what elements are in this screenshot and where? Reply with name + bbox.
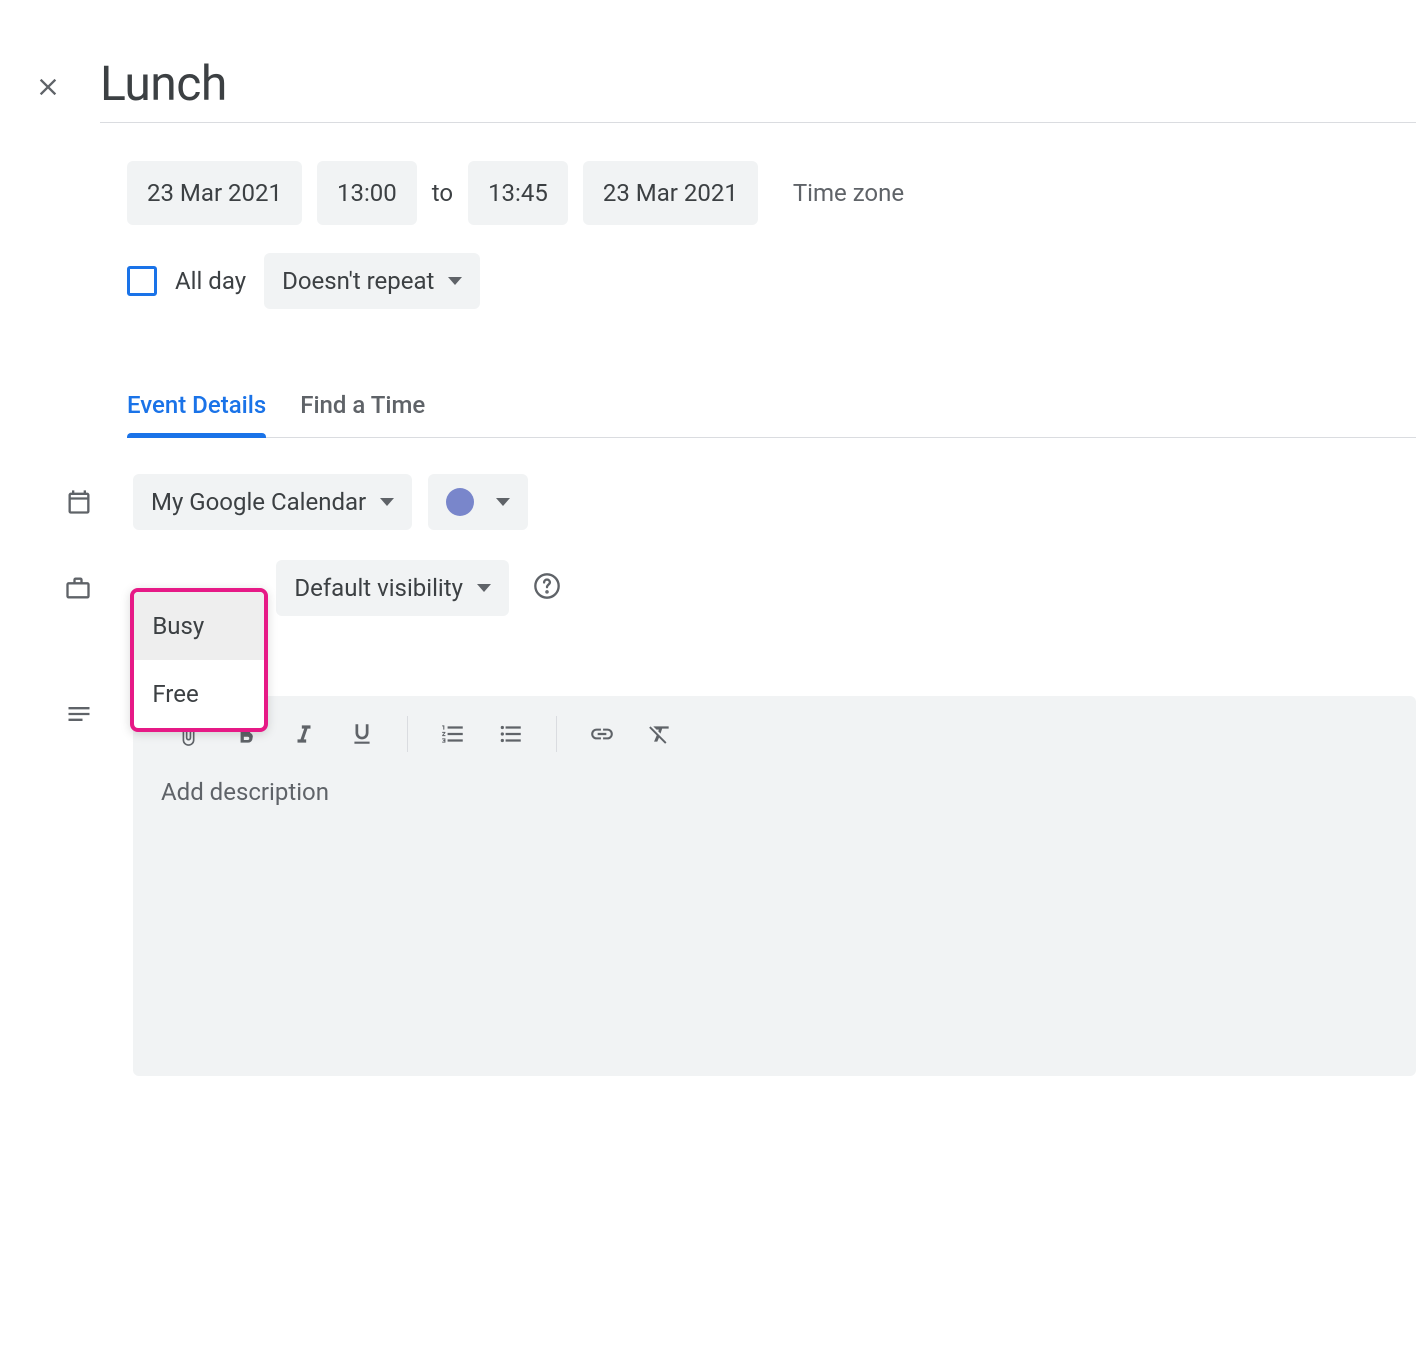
title-wrap [100, 55, 1416, 123]
link-button[interactable] [575, 710, 629, 758]
underline-icon [349, 721, 375, 747]
status-option-busy[interactable]: Busy [134, 592, 264, 660]
event-details-panel: My Google Calendar Busy [127, 466, 1416, 1076]
description-input[interactable]: Add description [133, 772, 1416, 834]
chevron-down-icon [496, 498, 510, 506]
calendar-name: My Google Calendar [151, 488, 366, 516]
recurrence-dropdown[interactable]: Doesn't repeat [264, 253, 480, 309]
timezone-link[interactable]: Time zone [793, 179, 904, 207]
end-date-chip[interactable]: 23 Mar 2021 [583, 161, 758, 225]
toolbar-separator [407, 716, 408, 752]
to-label: to [432, 179, 453, 207]
status-option-free[interactable]: Free [134, 660, 264, 728]
chevron-down-icon [477, 584, 491, 592]
notes-icon [55, 700, 103, 728]
tab-event-details[interactable]: Event Details [127, 391, 266, 437]
description-editor: Add description [133, 696, 1416, 1076]
briefcase-icon [55, 574, 100, 602]
clear-format-icon [647, 721, 673, 747]
content-column: 23 Mar 2021 13:00 to 13:45 23 Mar 2021 T… [127, 161, 1416, 1076]
recurrence-label: Doesn't repeat [282, 267, 434, 295]
visibility-dropdown[interactable]: Default visibility [276, 560, 509, 616]
toolbar-separator [556, 716, 557, 752]
italic-icon [291, 721, 317, 747]
bulleted-list-icon [498, 721, 524, 747]
numbered-list-icon [440, 721, 466, 747]
calendar-row: My Google Calendar [55, 466, 1416, 538]
allday-row: All day Doesn't repeat [127, 253, 1416, 309]
allday-label: All day [175, 267, 246, 295]
color-dropdown[interactable] [428, 474, 528, 530]
availability-row: Busy Free Default visibility [55, 552, 1416, 624]
clear-format-button[interactable] [633, 710, 687, 758]
chevron-down-icon [380, 498, 394, 506]
tabs: Event Details Find a Time [127, 391, 1416, 438]
calendar-icon [55, 488, 103, 516]
chevron-down-icon [448, 277, 462, 285]
help-icon[interactable] [533, 572, 561, 604]
header-row [0, 55, 1416, 123]
description-row: Add description [55, 686, 1416, 1076]
numbered-list-button[interactable] [426, 710, 480, 758]
status-dropdown-menu: Busy Free [130, 588, 268, 732]
datetime-row: 23 Mar 2021 13:00 to 13:45 23 Mar 2021 T… [127, 161, 1416, 225]
close-icon [34, 73, 62, 101]
calendar-dropdown[interactable]: My Google Calendar [133, 474, 412, 530]
link-icon [589, 721, 615, 747]
event-title-input[interactable] [100, 55, 1416, 123]
end-time-chip[interactable]: 13:45 [468, 161, 568, 225]
event-editor: 23 Mar 2021 13:00 to 13:45 23 Mar 2021 T… [0, 0, 1416, 1076]
bulleted-list-button[interactable] [484, 710, 538, 758]
visibility-label: Default visibility [294, 574, 463, 602]
tab-find-a-time[interactable]: Find a Time [300, 391, 425, 437]
close-button[interactable] [24, 63, 72, 111]
color-swatch [446, 488, 474, 516]
start-date-chip[interactable]: 23 Mar 2021 [127, 161, 302, 225]
start-time-chip[interactable]: 13:00 [317, 161, 417, 225]
underline-button[interactable] [335, 710, 389, 758]
italic-button[interactable] [277, 710, 331, 758]
allday-checkbox[interactable] [127, 266, 157, 296]
editor-toolbar [133, 696, 1416, 772]
